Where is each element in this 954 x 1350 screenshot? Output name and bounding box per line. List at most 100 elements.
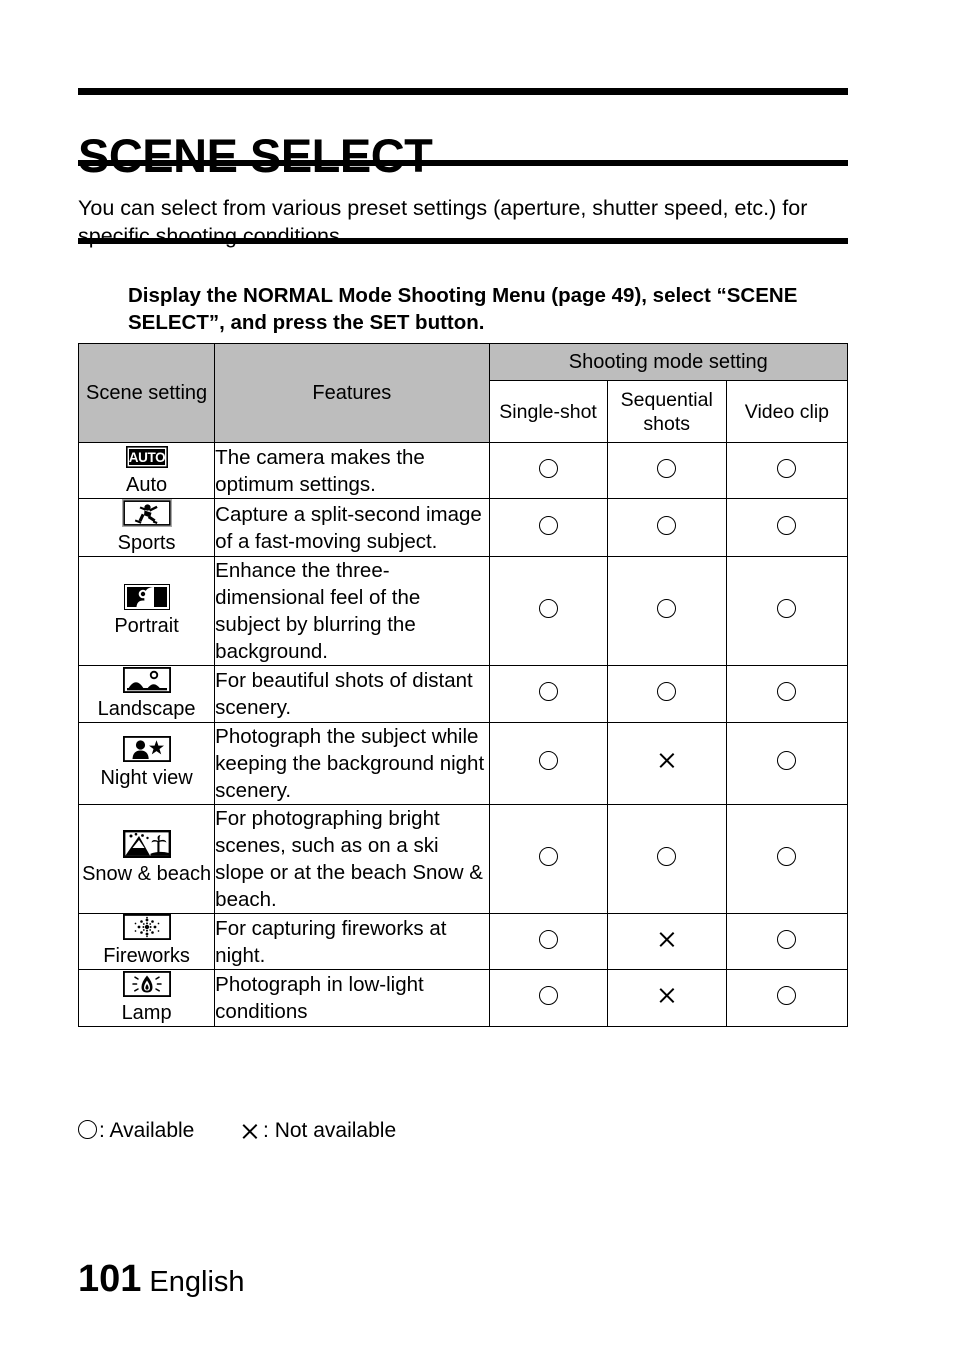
fireworks-burst-icon bbox=[122, 914, 171, 941]
available-circle-icon bbox=[777, 929, 797, 949]
mark-single-shot bbox=[488, 498, 608, 557]
scene-cell-sports: Sports bbox=[77, 498, 216, 557]
available-circle-icon bbox=[657, 681, 677, 701]
available-circle-icon bbox=[777, 515, 797, 535]
mark-video-clip bbox=[725, 721, 849, 805]
mark-single-shot bbox=[488, 969, 608, 1028]
available-circle-icon bbox=[777, 846, 797, 866]
table-body: AUTO Auto The camera makes the optimum s… bbox=[77, 442, 849, 1028]
available-circle-icon bbox=[777, 751, 797, 771]
night-view-person-star-icon bbox=[122, 736, 171, 763]
table-row: Landscape For beautiful shots of distant… bbox=[77, 665, 849, 723]
rule-above-title bbox=[78, 88, 848, 95]
not-available-cross-icon bbox=[240, 1122, 259, 1141]
available-circle-icon bbox=[538, 458, 558, 478]
scene-cell-snow-beach: Snow & beach bbox=[77, 803, 216, 914]
mark-video-clip bbox=[725, 442, 849, 499]
available-circle-icon bbox=[657, 599, 677, 618]
available-circle-icon bbox=[78, 1120, 97, 1139]
mark-sequential-shots bbox=[606, 665, 727, 723]
available-circle-icon bbox=[777, 458, 797, 478]
document-page: SCENE SELECT You can select from various… bbox=[0, 0, 954, 1350]
not-available-cross-icon bbox=[657, 930, 676, 949]
mark-video-clip bbox=[725, 912, 849, 971]
scene-cell-auto: AUTO Auto bbox=[77, 442, 216, 499]
available-circle-icon bbox=[777, 599, 797, 618]
mark-video-clip bbox=[725, 556, 849, 666]
available-circle-icon bbox=[538, 846, 558, 866]
available-circle-icon bbox=[538, 681, 558, 701]
feature-cell: For capturing fireworks at night. bbox=[214, 912, 490, 971]
table-row: AUTO Auto The camera makes the optimum s… bbox=[77, 442, 849, 499]
svg-text:AUTO: AUTO bbox=[128, 450, 164, 465]
column-header-single-shot: Single-shot bbox=[488, 380, 608, 443]
table-row: Night view Photograph the subject while … bbox=[77, 721, 849, 805]
feature-cell: Capture a split-second image of a fast-m… bbox=[214, 498, 490, 557]
available-circle-icon bbox=[538, 599, 558, 618]
column-header-sequential-shots: Sequential shots bbox=[606, 380, 727, 443]
feature-cell: Enhance the three-dimensional feel of th… bbox=[214, 556, 490, 666]
mark-sequential-shots bbox=[606, 803, 727, 914]
feature-cell: For beautiful shots of distant scenery. bbox=[214, 665, 490, 723]
scene-cell-portrait: Portrait bbox=[77, 556, 216, 666]
sports-running-icon bbox=[121, 499, 172, 527]
scene-label: Auto bbox=[126, 474, 168, 496]
column-header-shooting-mode-setting: Shooting mode setting bbox=[488, 342, 849, 382]
scene-cell-landscape: Landscape bbox=[77, 665, 216, 723]
scene-label: Lamp bbox=[121, 1002, 172, 1025]
available-circle-icon bbox=[538, 515, 558, 535]
scene-label: Snow & beach bbox=[82, 863, 212, 886]
feature-cell: Photograph the subject while keeping the… bbox=[214, 721, 490, 805]
table-row: Sports Capture a split-second image of a… bbox=[77, 498, 849, 557]
legend-available-label: : Available bbox=[99, 1119, 195, 1142]
column-header-scene-setting: Scene setting bbox=[77, 343, 216, 443]
available-circle-icon bbox=[657, 458, 677, 478]
not-available-cross-icon bbox=[657, 751, 676, 770]
scene-select-table: Scene setting Features Shooting mode set… bbox=[77, 342, 849, 1028]
table-header-row-1: Scene setting Features Shooting mode set… bbox=[77, 342, 849, 443]
available-circle-icon bbox=[777, 986, 797, 1006]
available-circle-icon bbox=[538, 751, 558, 771]
mark-sequential-shots bbox=[606, 721, 727, 805]
feature-cell: Photograph in low-light conditions bbox=[214, 969, 490, 1028]
auto-icon: AUTO bbox=[125, 445, 168, 468]
scene-label: Landscape bbox=[97, 697, 196, 720]
feature-cell: The camera makes the optimum settings. bbox=[214, 442, 490, 499]
column-header-features: Features bbox=[214, 343, 490, 443]
available-circle-icon bbox=[657, 846, 677, 866]
scene-label: Portrait bbox=[114, 614, 179, 637]
mark-single-shot bbox=[488, 912, 608, 971]
feature-cell: For photographing bright scenes, such as… bbox=[214, 803, 490, 914]
mark-video-clip bbox=[725, 803, 849, 914]
lamp-icon bbox=[122, 971, 171, 998]
snow-beach-icon bbox=[122, 830, 171, 859]
available-circle-icon bbox=[538, 929, 558, 949]
available-circle-icon bbox=[777, 681, 797, 701]
mark-sequential-shots bbox=[606, 969, 727, 1028]
mark-single-shot bbox=[488, 556, 608, 666]
page-title: SCENE SELECT bbox=[78, 129, 433, 183]
scene-cell-lamp: Lamp bbox=[77, 969, 216, 1028]
mark-sequential-shots bbox=[606, 442, 727, 499]
page-footer: 101 English bbox=[78, 1258, 245, 1301]
legend-available: : Available bbox=[78, 1118, 194, 1144]
table-row: Fireworks For capturing fireworks at nig… bbox=[77, 912, 849, 971]
rule-below-title bbox=[78, 160, 848, 166]
mark-video-clip bbox=[725, 665, 849, 723]
mark-sequential-shots bbox=[606, 556, 727, 666]
page-language: English bbox=[149, 1266, 245, 1298]
available-circle-icon bbox=[657, 515, 677, 535]
table-row: Snow & beach For photographing bright sc… bbox=[77, 803, 849, 914]
rule-below-intro bbox=[78, 238, 848, 244]
mark-single-shot bbox=[488, 721, 608, 805]
scene-label: Fireworks bbox=[103, 945, 190, 968]
legend: : Available : Not available bbox=[78, 1118, 396, 1144]
scene-cell-night-view: Night view bbox=[77, 721, 216, 805]
legend-not-available-label: : Not available bbox=[263, 1119, 397, 1142]
mark-single-shot bbox=[488, 803, 608, 914]
not-available-cross-icon bbox=[657, 986, 676, 1005]
mark-video-clip bbox=[725, 969, 849, 1028]
table-row: Portrait Enhance the three-dimensional f… bbox=[77, 556, 849, 666]
instruction-step: Display the NORMAL Mode Shooting Menu (p… bbox=[128, 283, 798, 334]
portrait-icon bbox=[123, 583, 170, 610]
